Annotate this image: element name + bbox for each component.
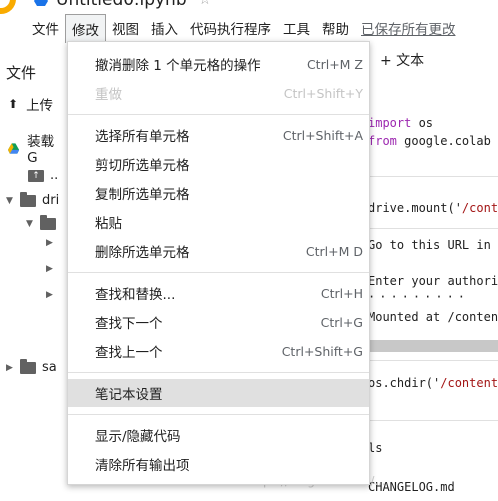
edit-menu-item[interactable]: 显示/隐藏代码 [68,421,369,449]
folder-icon [20,358,36,374]
menu-item-label: 显示/隐藏代码 [95,429,181,445]
menu-insert[interactable]: 插入 [145,14,184,42]
menu-item-label: 清除所有输出项 [95,458,190,474]
edit-menu-item[interactable]: 查找下一个 Ctrl+G [68,308,369,336]
edit-menu-item: 重做 Ctrl+Shift+Y [68,79,369,107]
mount-label: 装载 G [27,134,55,166]
menu-help[interactable]: 帮助 [316,14,355,42]
output-line: Mounted at /content [368,310,498,324]
edit-menu-item[interactable]: 笔记本设置 [68,379,369,407]
menu-item-label: 粘贴 [95,216,122,232]
chevron-right-icon[interactable]: ▶ [46,264,60,274]
folder-up-icon: ↑ [28,169,44,182]
menu-view[interactable]: 视图 [106,14,145,42]
menu-item-label: 撤消删除 1 个单元格的操作 [95,58,261,74]
code-line[interactable]: ls [368,441,382,455]
output-line: Go to this URL in a [368,238,498,252]
code-line[interactable]: import os [368,116,433,130]
menu-item-shortcut: Ctrl+Shift+Y [283,85,363,101]
menu-item-label: 查找上一个 [95,345,163,361]
chevron-down-icon[interactable]: ▼ [6,196,20,206]
edit-menu-item[interactable]: 粘贴 [68,208,369,236]
saved-status-link[interactable]: 已保存所有更改 [355,14,462,42]
notebook-title[interactable]: Untitled0.ipynb [56,0,187,10]
menu-item-label: 笔记本设置 [95,387,163,403]
edit-dropdown-menu: 撤消删除 1 个单元格的操作 Ctrl+M Z 重做 Ctrl+Shift+Y 选择所有… [67,41,370,485]
edit-menu-item[interactable]: 复制所选单元格 [68,179,369,207]
colab-logo[interactable] [0,0,16,14]
code-line[interactable]: os.chdir('/content/ [368,376,498,390]
menu-item-shortcut: Ctrl+Shift+G [281,343,363,359]
menu-item-label: 查找下一个 [95,316,163,332]
menu-item-label: 删除所选单元格 [95,245,190,261]
tree-item-subfolder[interactable]: ▼ [26,215,62,230]
add-text-button[interactable]: + 文本 [380,50,424,70]
menu-separator [68,114,369,115]
upload-button[interactable]: ⬆ 上传 [8,94,53,114]
edit-menu-item[interactable]: 查找和替换... Ctrl+H [68,279,369,307]
menu-runtime[interactable]: 代码执行程序 [184,14,277,42]
menu-item-label: 查找和替换... [95,287,176,303]
menu-separator [68,272,369,273]
chevron-right-icon[interactable]: ▶ [46,238,60,248]
edit-menu-item[interactable]: 删除所选单元格 Ctrl+M D [68,237,369,265]
mount-drive-button[interactable]: 装载 G [8,130,66,166]
menu-item-label: 选择所有单元格 [95,129,190,145]
menu-file[interactable]: 文件 [26,14,65,42]
output-progress-bar [368,340,498,352]
menu-item-label: 重做 [95,87,122,103]
tree-item-sample[interactable]: ▶ sa [6,358,57,375]
tree-item-collapsed[interactable]: ▶ [46,238,60,248]
menu-edit[interactable]: 修改 [65,13,106,43]
menu-item-shortcut: Ctrl+Shift+A [282,127,363,143]
code-line[interactable]: drive.mount('/conte [368,201,498,215]
folder-icon [20,191,36,207]
menu-item-label: 剪切所选单元格 [95,158,190,174]
output-dots: ········· [368,290,470,304]
chevron-down-icon[interactable]: ▼ [26,219,40,229]
tree-item-parent[interactable]: ↑ .. [28,168,58,183]
menu-item-label: 复制所选单元格 [95,187,190,203]
tree-item-label: .. [50,168,59,183]
menu-item-shortcut: Ctrl+G [320,314,363,330]
code-line[interactable]: from google.colab [368,134,491,148]
upload-label: 上传 [26,98,54,114]
menu-item-shortcut: Ctrl+H [320,285,363,301]
edit-menu-item[interactable]: 选择所有单元格 Ctrl+Shift+A [68,121,369,149]
menu-tools[interactable]: 工具 [277,14,316,42]
menu-item-shortcut: Ctrl+M Z [306,56,363,72]
tree-item-label: dri [42,193,60,208]
upload-icon: ⬆ [8,97,19,111]
edit-menu-item[interactable]: 剪切所选单元格 [68,150,369,178]
tree-item-collapsed[interactable]: ▶ [46,264,60,274]
tree-item-label: sa [42,360,57,375]
star-icon[interactable]: ☆ [199,0,212,8]
menu-item-shortcut: Ctrl+M D [305,243,363,259]
menu-separator [68,372,369,373]
tree-item-drive[interactable]: ▼ dri [6,191,60,208]
menubar: 文件 修改 视图 插入 代码执行程序 工具 帮助 已保存所有更改 [26,13,462,43]
output-line: Enter your authoriz [368,274,498,288]
chevron-right-icon[interactable]: ▶ [46,290,60,300]
title-row: Untitled0.ipynb ☆ [34,0,212,10]
edit-menu-item[interactable]: 清除所有输出项 [68,450,369,478]
tree-item-collapsed[interactable]: ▶ [46,290,60,300]
drive-icon [34,0,48,6]
edit-menu-item[interactable]: 查找上一个 Ctrl+Shift+G [68,337,369,365]
edit-menu-item[interactable]: 撤消删除 1 个单元格的操作 Ctrl+M Z [68,50,369,78]
chevron-right-icon[interactable]: ▶ [6,363,20,373]
folder-icon [40,215,56,230]
sidebar-title: 文件 [6,64,37,82]
file-sidebar: 文件 ⬆ 上传 装载 G ↑ .. ▼ dri ▼ ▶ ▶ ▶ ▶ sa [0,50,66,501]
menu-separator [68,414,369,415]
google-drive-icon [8,142,20,154]
